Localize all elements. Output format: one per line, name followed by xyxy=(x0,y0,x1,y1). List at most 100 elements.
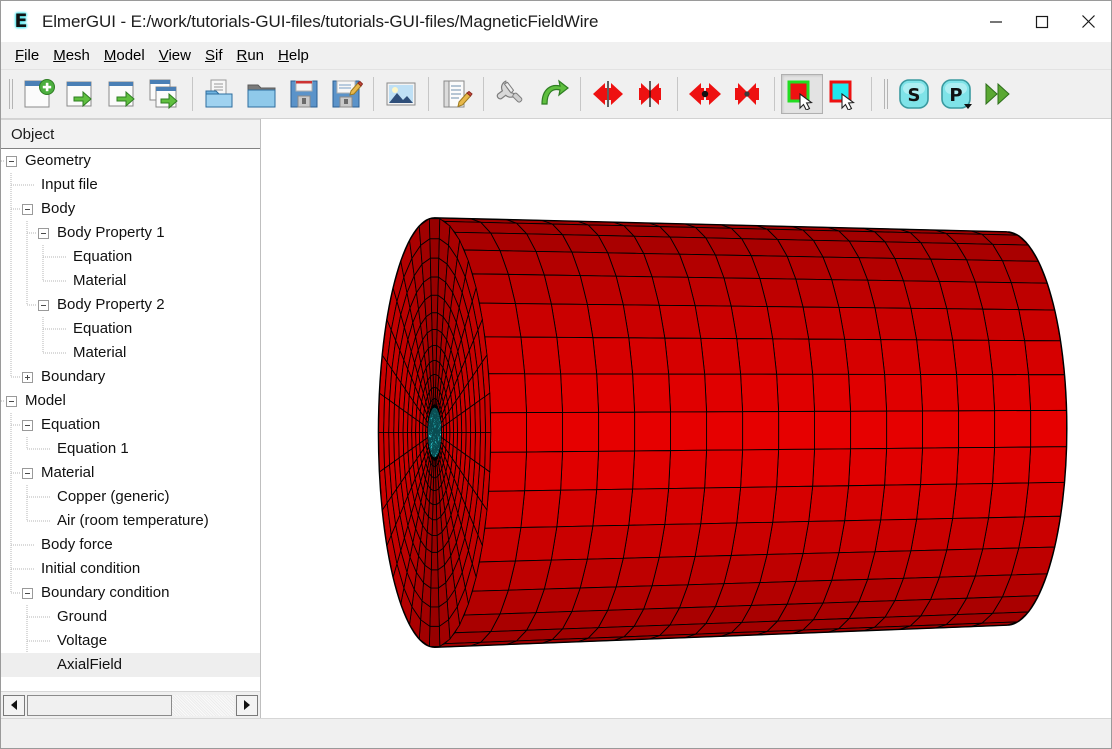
tree-item[interactable]: Material xyxy=(1,461,260,485)
scrollbar-track[interactable] xyxy=(27,694,234,716)
tree-item[interactable]: Body Property 1 xyxy=(1,221,260,245)
unify-surface-icon[interactable] xyxy=(629,74,671,114)
menu-item-mesh[interactable]: Mesh xyxy=(46,45,97,67)
unify-edge-icon[interactable] xyxy=(726,74,768,114)
tree-item[interactable]: Boundary xyxy=(1,365,260,389)
svg-text:P: P xyxy=(949,85,962,106)
tree-item-label: Material xyxy=(41,464,95,481)
menu-mnemonic: V xyxy=(158,46,169,64)
load-project-icon[interactable] xyxy=(144,74,186,114)
scroll-right-arrow[interactable] xyxy=(236,694,258,716)
load-mesh-icon[interactable] xyxy=(102,74,144,114)
tree-item[interactable]: Material xyxy=(1,269,260,293)
menu-item-view[interactable]: View xyxy=(152,45,198,67)
collapse-icon[interactable] xyxy=(6,155,17,167)
tool-bar: S P xyxy=(1,70,1111,119)
tree-item[interactable]: Voltage xyxy=(1,629,260,653)
collapse-icon[interactable] xyxy=(38,299,49,311)
tree-item[interactable]: Boundary condition xyxy=(1,581,260,605)
tree-item-label: Geometry xyxy=(25,152,91,169)
tree-item[interactable]: Ground xyxy=(1,605,260,629)
expand-icon[interactable] xyxy=(22,371,33,383)
tree-item[interactable]: Equation xyxy=(1,413,260,437)
menu-item-help[interactable]: Help xyxy=(271,45,316,67)
3d-render-viewport[interactable] xyxy=(261,119,1111,718)
tree-item[interactable]: Input file xyxy=(1,173,260,197)
tree-item[interactable]: Body force xyxy=(1,533,260,557)
title-bar: E ElmerGUI - E:/work/tutorials-GUI-files… xyxy=(1,1,1111,42)
menu-mnemonic: F xyxy=(15,46,25,64)
scroll-left-arrow[interactable] xyxy=(3,694,25,716)
tree-item-label: Voltage xyxy=(57,632,108,649)
run-all-icon[interactable] xyxy=(977,74,1019,114)
tree-item[interactable]: Copper (generic) xyxy=(1,485,260,509)
collapse-icon[interactable] xyxy=(22,419,33,431)
open-geometry-icon[interactable] xyxy=(60,74,102,114)
tree-item[interactable]: Body Property 2 xyxy=(1,293,260,317)
open-folder-icon[interactable] xyxy=(241,74,283,114)
collapse-icon[interactable] xyxy=(22,203,33,215)
menu-item-sif[interactable]: Sif xyxy=(198,45,230,67)
menu-item-run[interactable]: Run xyxy=(230,45,272,67)
minimize-button[interactable] xyxy=(973,1,1019,42)
tree-item[interactable]: Initial condition xyxy=(1,557,260,581)
maximize-button[interactable] xyxy=(1019,1,1065,42)
split-edge-icon[interactable] xyxy=(684,74,726,114)
tree-item-selected[interactable]: AxialField xyxy=(1,653,260,677)
tree-item-label: Body xyxy=(41,200,76,217)
save-as-icon[interactable] xyxy=(325,74,367,114)
run-solver-icon[interactable] xyxy=(532,74,574,114)
toolbar-drag-handle-2[interactable] xyxy=(881,77,890,111)
toolbar-separator xyxy=(192,77,193,111)
toolbar-drag-handle[interactable] xyxy=(6,77,15,111)
tree-item[interactable]: Equation 1 xyxy=(1,437,260,461)
tree-item[interactable]: Material xyxy=(1,341,260,365)
tree-item[interactable]: Equation xyxy=(1,317,260,341)
tree-item-label: Body Property 1 xyxy=(57,224,165,241)
object-tree-body[interactable]: Geometry Input file Body Body Property 1 Equ… xyxy=(1,149,260,691)
edit-sif-icon[interactable] xyxy=(435,74,477,114)
toolbar-separator xyxy=(871,77,872,111)
app-logo-letter: E xyxy=(14,10,28,32)
elmer-solver-icon[interactable]: S xyxy=(893,74,935,114)
tree-item[interactable]: Equation xyxy=(1,245,260,269)
collapse-icon[interactable] xyxy=(6,395,17,407)
split-surface-icon[interactable] xyxy=(587,74,629,114)
menu-item-model[interactable]: Model xyxy=(97,45,152,67)
tree-item-label: Boundary xyxy=(41,368,106,385)
tree-node-list[interactable]: Geometry Input file Body Body Property 1 Equ… xyxy=(1,149,260,691)
menu-mnemonic: R xyxy=(236,46,248,64)
menu-mnemonic: H xyxy=(278,46,289,64)
tree-item[interactable]: Air (room temperature) xyxy=(1,509,260,533)
save-icon[interactable] xyxy=(283,74,325,114)
tree-horizontal-scrollbar[interactable] xyxy=(1,691,260,718)
tree-item-label: Input file xyxy=(41,176,98,193)
menu-item-file[interactable]: File xyxy=(8,45,46,67)
tree-item-label: Initial condition xyxy=(41,560,141,577)
tree-item-label: Boundary condition xyxy=(41,584,170,601)
screenshot-icon[interactable] xyxy=(380,74,422,114)
app-logo-icon: E xyxy=(10,10,32,34)
tree-item[interactable]: Model xyxy=(1,389,260,413)
collapse-icon[interactable] xyxy=(38,227,49,239)
scrollbar-thumb[interactable] xyxy=(27,694,172,716)
elmergui-window: E ElmerGUI - E:/work/tutorials-GUI-files… xyxy=(0,0,1112,749)
window-controls xyxy=(973,1,1111,42)
close-button[interactable] xyxy=(1065,1,1111,42)
tree-item-label: Material xyxy=(73,344,127,361)
collapse-icon[interactable] xyxy=(22,587,33,599)
generate-sif-icon[interactable] xyxy=(490,74,532,114)
object-tree-header: Object xyxy=(1,119,260,149)
select-edge-icon[interactable] xyxy=(823,74,865,114)
open-file-icon[interactable] xyxy=(199,74,241,114)
tree-item-label: Equation xyxy=(73,248,133,265)
object-tree-panel: Object Geometry Input file Body Body Proper… xyxy=(1,119,261,718)
select-surface-icon[interactable] xyxy=(781,74,823,114)
tree-item[interactable]: Body xyxy=(1,197,260,221)
new-project-icon[interactable] xyxy=(18,74,60,114)
elmer-post-icon[interactable]: P xyxy=(935,74,977,114)
cylinder-mesh-render xyxy=(377,217,1068,649)
tree-item-label: Body force xyxy=(41,536,113,553)
collapse-icon[interactable] xyxy=(22,467,33,479)
tree-item[interactable]: Geometry xyxy=(1,149,260,173)
